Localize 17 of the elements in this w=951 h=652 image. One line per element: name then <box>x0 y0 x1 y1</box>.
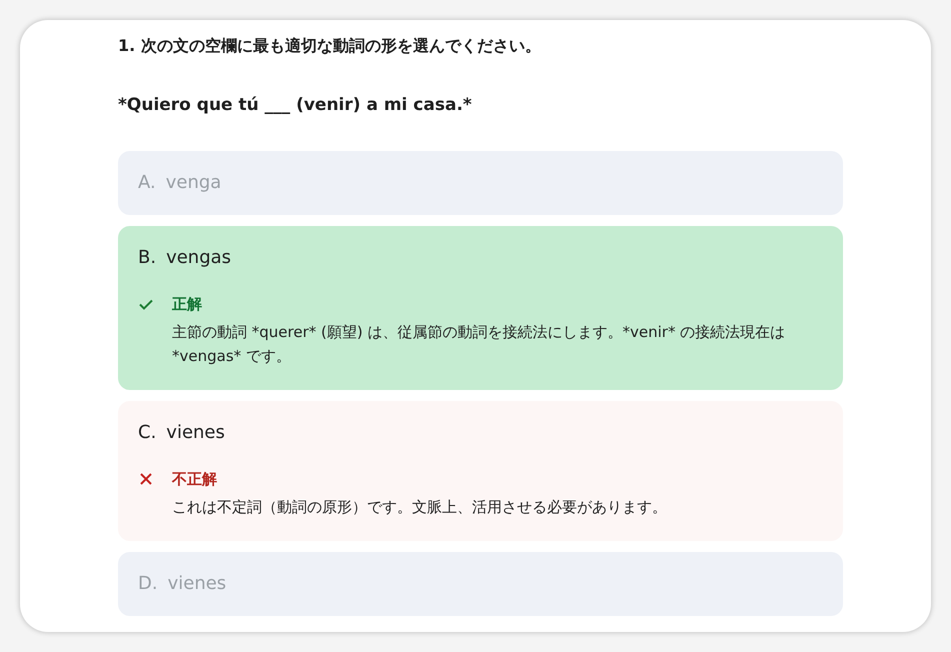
option-letter: C. <box>138 421 156 445</box>
question-title: 1. 次の文の空欄に最も適切な動詞の形を選んでください。 <box>118 35 542 57</box>
option-text: vengas <box>166 246 232 270</box>
answer-option[interactable]: B. vengas 正解 主節の動詞 *querer* (願望) は、従属節の動詞を接続法にします。*venir* の接続法現在は *vengas* です。 <box>118 226 843 390</box>
option-letter: B. <box>138 246 156 270</box>
answer-option[interactable]: C. vienes 不正解 これは不定詞（動詞の原形）です。文脈上、活用させる必要があります。 <box>118 401 843 541</box>
option-text: venga <box>166 171 222 195</box>
feedback-label: 不正解 <box>172 469 218 490</box>
option-letter: A. <box>138 171 156 195</box>
cross-icon <box>138 471 154 487</box>
question-sentence: *Quiero que tú ___ (venir) a mi casa.* <box>118 94 473 117</box>
option-text: vienes <box>166 421 225 445</box>
option-text: vienes <box>168 572 226 596</box>
feedback-label: 正解 <box>172 294 203 315</box>
option-letter: D. <box>138 572 158 596</box>
feedback-text: 主節の動詞 *querer* (願望) は、従属節の動詞を接続法にします。*venir* の接続法現在は *vengas* です。 <box>172 322 786 367</box>
feedback-text: これは不定詞（動詞の原形）です。文脈上、活用させる必要があります。 <box>172 497 667 518</box>
